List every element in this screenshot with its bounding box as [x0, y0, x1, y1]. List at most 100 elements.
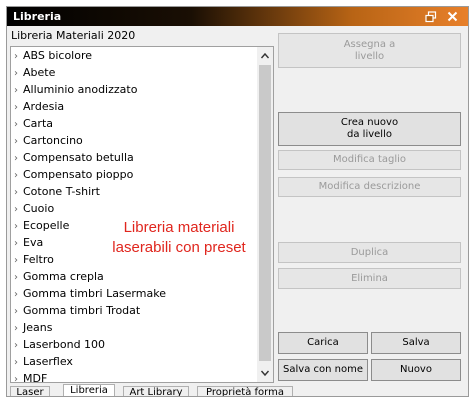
- assign-button-line-2: livello: [354, 50, 385, 62]
- list-item-label: MDF: [23, 372, 48, 383]
- save-button[interactable]: Salva: [371, 332, 461, 354]
- library-name: Libreria Materiali 2020: [11, 29, 136, 42]
- tab-libreria[interactable]: Libreria: [63, 384, 115, 396]
- list-item[interactable]: › Cuoio: [14, 201, 252, 217]
- annotation-line-1: Libreria materiali: [123, 219, 235, 236]
- chevron-right-icon: ›: [14, 374, 18, 383]
- list-item-label: Gomma timbri Trodat: [23, 304, 141, 317]
- scrollbar-thumb[interactable]: [259, 65, 271, 361]
- list-item-label: Feltro: [23, 253, 54, 266]
- list-item[interactable]: › Laserflex: [14, 354, 252, 370]
- list-item[interactable]: › Laserbond 100: [14, 337, 252, 353]
- save-as-label: Salva con nome: [283, 364, 363, 375]
- annotation-overlay: Libreria materiali laserabili con preset: [94, 218, 264, 258]
- material-list[interactable]: › ABS bicolore › Abete › Alluminio anodizzato…: [10, 46, 274, 383]
- tab-shape-properties[interactable]: Proprietà forma: [197, 386, 293, 396]
- list-item-label: Compensato pioppo: [23, 168, 134, 181]
- library-window: Libreria Libreria Materiali 2020 › ABS bi…: [6, 6, 469, 397]
- list-item[interactable]: › Compensato pioppo: [14, 167, 252, 183]
- list-item[interactable]: › Gomma timbri Trodat: [14, 303, 252, 319]
- list-item[interactable]: › Gomma crepla: [14, 269, 252, 285]
- save-label: Salva: [402, 337, 430, 348]
- edit-description-label: Modifica descrizione: [318, 181, 421, 192]
- list-item-label: Cuoio: [23, 202, 55, 215]
- tab-label: Libreria: [70, 385, 108, 396]
- list-item-label: Eva: [23, 236, 44, 249]
- duplicate-label: Duplica: [350, 246, 389, 258]
- list-item[interactable]: › Carta: [14, 116, 252, 132]
- list-item-label: Ecopelle: [23, 219, 70, 232]
- edit-cut-label: Modifica taglio: [332, 154, 407, 165]
- scroll-up-icon[interactable]: [260, 51, 270, 61]
- list-item[interactable]: › Compensato betulla: [14, 150, 252, 166]
- window-title: Libreria: [13, 10, 62, 23]
- chevron-right-icon: ›: [14, 68, 18, 79]
- list-item-label: Carta: [23, 117, 53, 130]
- list-item[interactable]: › Ardesia: [14, 99, 252, 115]
- create-from-layer-button[interactable]: Crea nuovo da livello: [278, 112, 461, 146]
- chevron-right-icon: ›: [14, 238, 18, 249]
- tab-laser[interactable]: Laser: [10, 386, 50, 397]
- list-item-label: ABS bicolore: [23, 49, 93, 62]
- chevron-right-icon: ›: [14, 255, 18, 266]
- list-item[interactable]: › Alluminio anodizzato: [14, 82, 252, 98]
- duplicate-button[interactable]: Duplica: [278, 242, 461, 263]
- tab-bar: Laser Libreria Art Library Proprietà for…: [7, 384, 468, 396]
- new-label: Nuovo: [400, 364, 432, 375]
- load-button[interactable]: Carica: [278, 332, 368, 354]
- list-item-label: Abete: [23, 66, 56, 79]
- chevron-right-icon: ›: [14, 170, 18, 181]
- edit-cut-button[interactable]: Modifica taglio: [278, 150, 461, 170]
- list-item[interactable]: › Cotone T-shirt: [14, 184, 252, 200]
- chevron-right-icon: ›: [14, 306, 18, 317]
- list-item-label: Laserflex: [23, 355, 73, 368]
- create-button-line-2: da livello: [347, 129, 392, 140]
- edit-description-button[interactable]: Modifica descrizione: [278, 177, 461, 197]
- list-item-label: Jeans: [23, 321, 53, 334]
- vertical-scrollbar[interactable]: [257, 47, 273, 382]
- chevron-right-icon: ›: [14, 357, 18, 368]
- tab-art-library[interactable]: Art Library: [123, 386, 189, 397]
- save-as-button[interactable]: Salva con nome: [278, 359, 368, 381]
- list-item-label: Alluminio anodizzato: [23, 83, 138, 96]
- list-item-label: Cartoncino: [23, 134, 83, 147]
- list-item-label: Cotone T-shirt: [23, 185, 100, 198]
- chevron-right-icon: ›: [14, 51, 18, 62]
- title-bar: Libreria: [7, 7, 468, 26]
- annotation-line-2: laserabili con preset: [112, 239, 246, 256]
- chevron-right-icon: ›: [14, 187, 18, 198]
- assign-button-line-1: Assegna a: [343, 38, 396, 50]
- delete-button[interactable]: Elimina: [278, 268, 461, 289]
- chevron-right-icon: ›: [14, 153, 18, 164]
- list-item-label: Gomma crepla: [23, 270, 104, 283]
- chevron-right-icon: ›: [14, 272, 18, 283]
- list-item[interactable]: › Cartoncino: [14, 133, 252, 149]
- chevron-right-icon: ›: [14, 204, 18, 215]
- list-item[interactable]: › Abete: [14, 65, 252, 81]
- list-item[interactable]: › MDF: [14, 371, 252, 383]
- chevron-right-icon: ›: [14, 85, 18, 96]
- list-item[interactable]: › ABS bicolore: [14, 48, 252, 64]
- new-button[interactable]: Nuovo: [371, 359, 461, 381]
- delete-label: Elimina: [351, 272, 388, 284]
- list-item-label: Compensato betulla: [23, 151, 134, 164]
- chevron-right-icon: ›: [14, 340, 18, 351]
- load-label: Carica: [307, 337, 339, 348]
- create-button-line-1: Crea nuovo: [340, 117, 399, 128]
- list-item-label: Laserbond 100: [23, 338, 106, 351]
- chevron-right-icon: ›: [14, 289, 18, 300]
- list-item-label: Gomma timbri Lasermake: [23, 287, 166, 300]
- tab-label: Laser: [16, 387, 44, 397]
- tab-label: Art Library: [129, 387, 183, 397]
- scroll-down-icon[interactable]: [260, 368, 270, 378]
- chevron-right-icon: ›: [14, 119, 18, 130]
- restore-window-icon[interactable]: [425, 11, 437, 23]
- chevron-right-icon: ›: [14, 323, 18, 334]
- list-item[interactable]: › Gomma timbri Lasermake: [14, 286, 252, 302]
- assign-to-layer-button[interactable]: Assegna a livello: [278, 33, 461, 68]
- list-item-label: Ardesia: [23, 100, 65, 113]
- chevron-right-icon: ›: [14, 221, 18, 232]
- chevron-right-icon: ›: [14, 136, 18, 147]
- list-item[interactable]: › Jeans: [14, 320, 252, 336]
- close-icon[interactable]: [447, 11, 458, 22]
